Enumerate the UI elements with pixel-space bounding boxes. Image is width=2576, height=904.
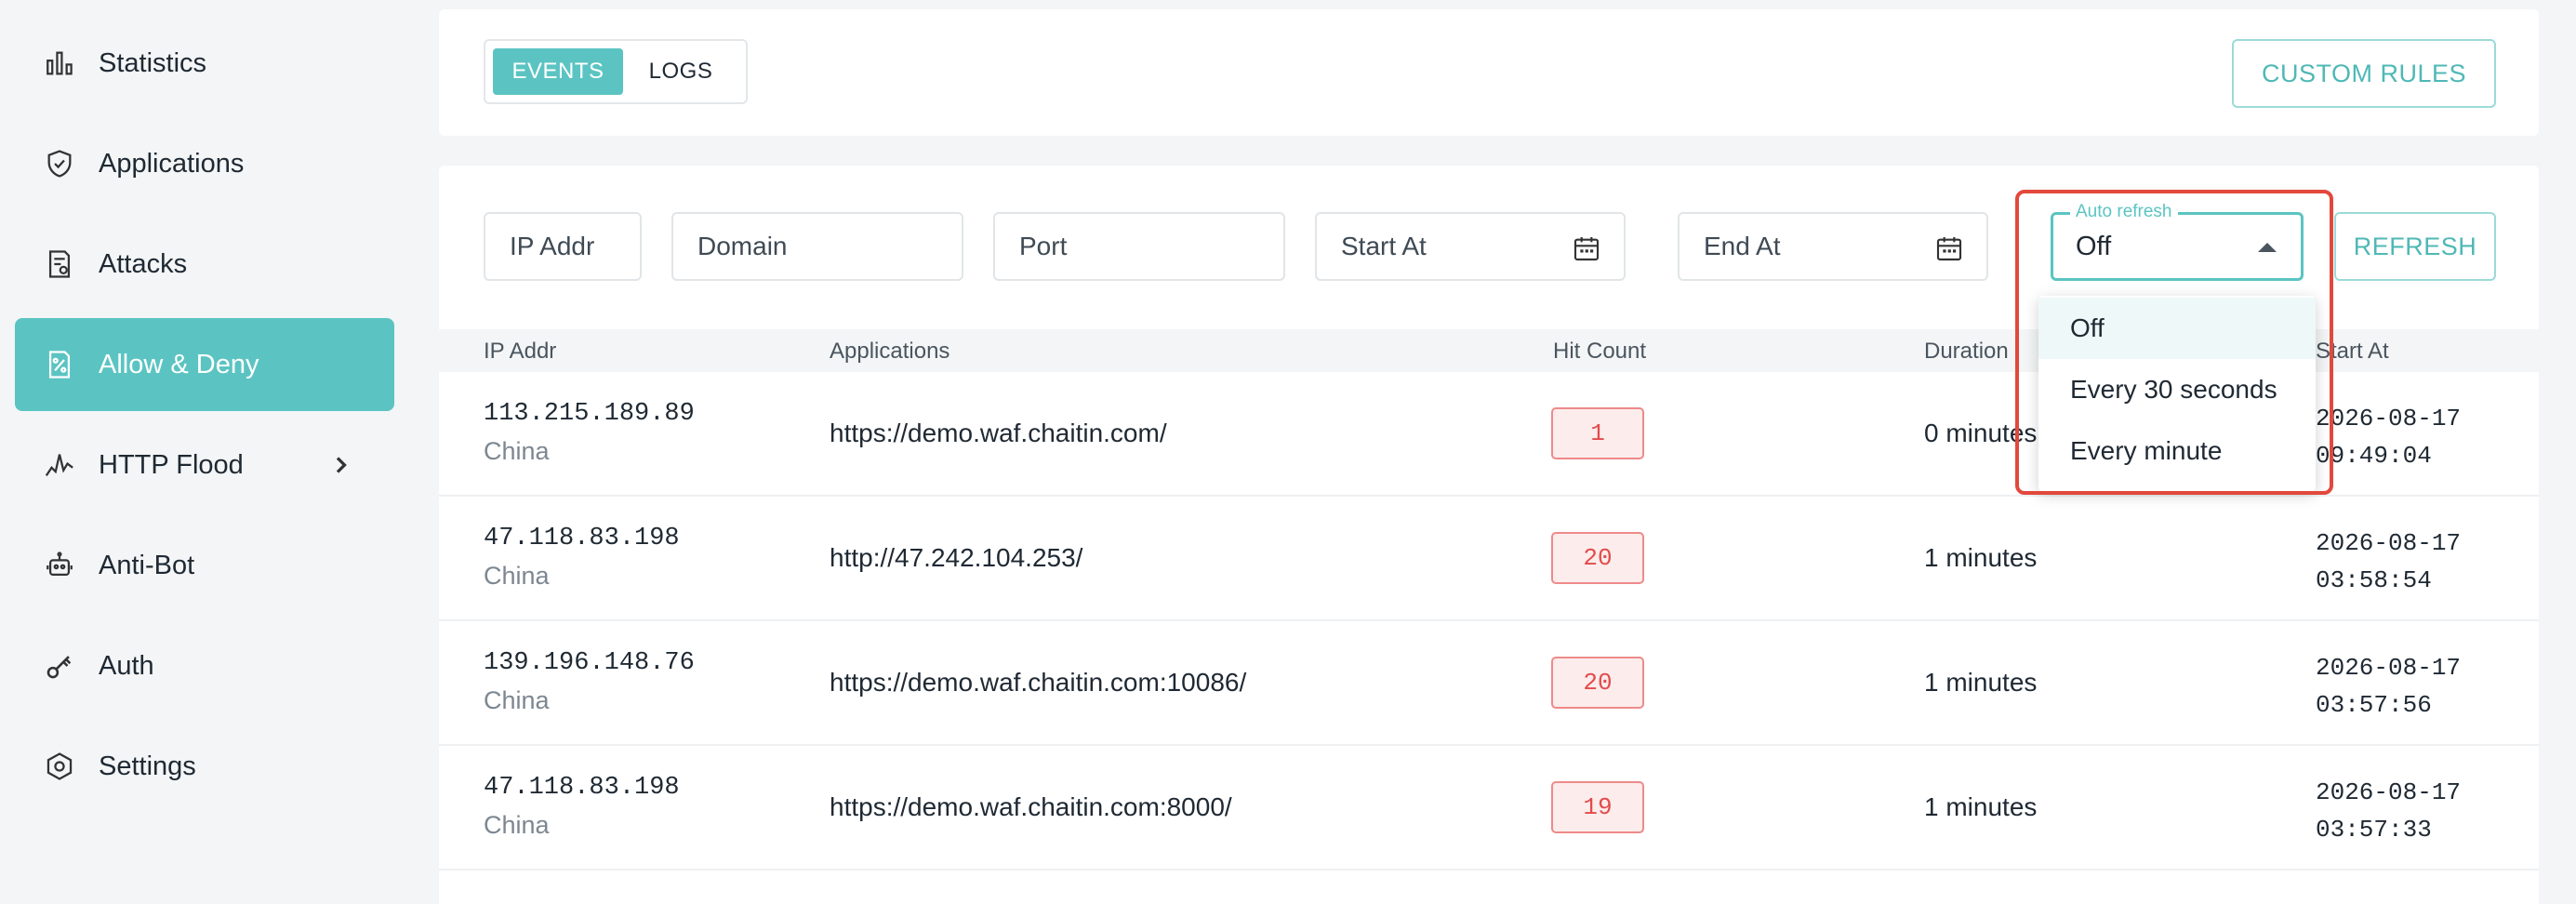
robot-icon xyxy=(43,549,76,582)
ip-address: 113.215.189.89 xyxy=(484,400,695,428)
duration: 0 minutes xyxy=(1924,419,2038,447)
duration: 1 minutes xyxy=(1924,543,2038,572)
bar-chart-icon xyxy=(43,47,76,80)
table-row[interactable]: 47.118.83.198 China http://47.242.104.25… xyxy=(439,497,2539,621)
ip-input[interactable] xyxy=(510,232,640,261)
toolbar-card: EVENTS LOGS CUSTOM RULES xyxy=(439,9,2539,136)
start-time: 03:57:56 xyxy=(2316,691,2432,719)
menu-option-off[interactable]: Off xyxy=(2038,298,2316,359)
sidebar-item-attacks[interactable]: Attacks xyxy=(15,218,394,311)
start-at-input[interactable] xyxy=(1341,232,1564,261)
start-at: 2026-08-17 09:49:04 xyxy=(2316,400,2461,474)
country: China xyxy=(484,811,550,839)
application-url: https://demo.waf.chaitin.com/ xyxy=(830,419,1167,447)
application-url: https://demo.waf.chaitin.com:8000/ xyxy=(830,792,1232,821)
country: China xyxy=(484,562,550,590)
end-at-filter[interactable] xyxy=(1678,212,1988,281)
sidebar-item-settings[interactable]: Settings xyxy=(15,720,394,813)
menu-option-every-minute[interactable]: Every minute xyxy=(2038,420,2316,482)
hit-count-badge: 19 xyxy=(1551,781,1644,833)
sidebar-item-statistics[interactable]: Statistics xyxy=(15,17,394,110)
pulse-icon xyxy=(43,448,76,482)
hit-count-badge: 1 xyxy=(1551,407,1644,459)
table-row[interactable]: 47.118.83.198 China https://demo.waf.cha… xyxy=(439,746,2539,871)
country: China xyxy=(484,437,550,465)
hit-count-badge: 20 xyxy=(1551,532,1644,584)
auto-refresh-label: Auto refresh xyxy=(2070,202,2178,222)
application-url: http://47.242.104.253/ xyxy=(830,543,1083,572)
ip-filter[interactable] xyxy=(484,212,642,281)
percent-doc-icon xyxy=(43,348,76,381)
menu-option-every-30-seconds[interactable]: Every 30 seconds xyxy=(2038,359,2316,420)
sidebar-item-label: Attacks xyxy=(99,248,188,279)
chevron-right-icon xyxy=(336,457,347,473)
sidebar-item-label: Auth xyxy=(99,650,154,681)
gear-icon xyxy=(43,750,76,783)
sidebar-item-auth[interactable]: Auth xyxy=(15,619,394,712)
sidebar-item-label: HTTP Flood xyxy=(99,449,244,480)
document-icon xyxy=(43,247,76,281)
events-card: Auto refresh Off REFRESH IP Addr Applica… xyxy=(439,166,2539,904)
tab-logs[interactable]: LOGS xyxy=(629,48,733,95)
ip-address: 139.196.148.76 xyxy=(484,649,695,677)
duration: 1 minutes xyxy=(1924,668,2038,697)
start-date: 2026-08-17 xyxy=(2316,405,2462,432)
port-input[interactable] xyxy=(1019,232,1283,261)
shield-icon xyxy=(43,147,76,180)
refresh-button[interactable]: REFRESH xyxy=(2334,212,2496,281)
sidebar: Statistics Applications Attacks Allow & … xyxy=(0,0,409,904)
auto-refresh-select[interactable]: Auto refresh Off xyxy=(2051,202,2304,281)
auto-refresh-menu: Off Every 30 seconds Every minute xyxy=(2038,296,2316,491)
duration: 1 minutes xyxy=(1924,792,2038,821)
sidebar-item-label: Settings xyxy=(99,751,196,781)
start-at-filter[interactable] xyxy=(1315,212,1626,281)
sidebar-item-anti-bot[interactable]: Anti-Bot xyxy=(15,519,394,612)
view-tabs: EVENTS LOGS xyxy=(484,39,748,104)
column-header: Start At xyxy=(2316,339,2389,364)
sidebar-item-label: Applications xyxy=(99,148,245,179)
custom-rules-button[interactable]: CUSTOM RULES xyxy=(2232,39,2496,108)
sidebar-item-label: Allow & Deny xyxy=(99,349,259,379)
start-time: 09:49:04 xyxy=(2316,442,2432,470)
start-at: 2026-08-17 03:57:56 xyxy=(2316,649,2461,724)
calendar-icon[interactable] xyxy=(1572,233,1601,263)
start-date: 2026-08-17 xyxy=(2316,654,2462,682)
column-header: Duration xyxy=(1924,339,2009,364)
calendar-icon[interactable] xyxy=(1934,233,1964,263)
sidebar-item-applications[interactable]: Applications xyxy=(15,117,394,210)
column-header: Hit Count xyxy=(1553,339,1647,364)
key-icon xyxy=(43,649,76,683)
port-filter[interactable] xyxy=(993,212,1285,281)
country: China xyxy=(484,686,550,714)
domain-input[interactable] xyxy=(697,232,962,261)
caret-up-icon xyxy=(2258,243,2277,252)
ip-address: 47.118.83.198 xyxy=(484,525,680,552)
start-date: 2026-08-17 xyxy=(2316,778,2462,806)
start-date: 2026-08-17 xyxy=(2316,529,2462,557)
end-at-input[interactable] xyxy=(1704,232,1927,261)
auto-refresh-value: Off xyxy=(2076,231,2112,261)
ip-address: 47.118.83.198 xyxy=(484,774,680,802)
start-at: 2026-08-17 03:58:54 xyxy=(2316,525,2461,599)
sidebar-item-allow-deny[interactable]: Allow & Deny xyxy=(15,318,394,411)
start-time: 03:57:33 xyxy=(2316,816,2432,844)
table-row[interactable]: 139.196.148.76 China https://demo.waf.ch… xyxy=(439,621,2539,746)
sidebar-item-http-flood[interactable]: HTTP Flood xyxy=(15,419,394,512)
domain-filter[interactable] xyxy=(671,212,963,281)
hit-count-badge: 20 xyxy=(1551,657,1644,709)
sidebar-item-label: Anti-Bot xyxy=(99,550,195,580)
start-at: 2026-08-17 03:57:33 xyxy=(2316,774,2461,848)
start-time: 03:58:54 xyxy=(2316,566,2432,594)
column-header: Applications xyxy=(830,339,950,364)
sidebar-item-label: Statistics xyxy=(99,47,207,78)
application-url: https://demo.waf.chaitin.com:10086/ xyxy=(830,668,1247,697)
tab-events[interactable]: EVENTS xyxy=(493,48,623,95)
column-header: IP Addr xyxy=(484,339,557,364)
